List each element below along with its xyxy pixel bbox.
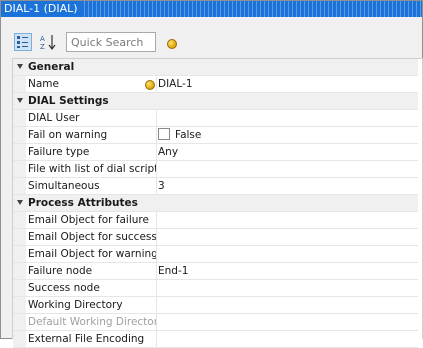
window-titlebar[interactable]: DIAL-1 (DIAL) bbox=[1, 1, 422, 17]
property-label: Failure type bbox=[28, 146, 90, 158]
property-row-simultaneous[interactable]: Simultaneous 3 bbox=[13, 178, 418, 195]
property-toolbar: A Z bbox=[1, 17, 422, 55]
property-row-failure-type[interactable]: Failure type Any bbox=[13, 144, 418, 161]
category-title: DIAL Settings bbox=[28, 95, 109, 107]
property-row-dial-user[interactable]: DIAL User bbox=[13, 110, 418, 127]
collapse-icon[interactable] bbox=[17, 64, 23, 69]
property-window: DIAL-1 (DIAL) A Z Gen bbox=[0, 0, 423, 348]
property-label: Success node bbox=[28, 282, 100, 294]
property-row-email-success[interactable]: Email Object for success bbox=[13, 229, 418, 246]
alphabetical-sort-button[interactable]: A Z bbox=[39, 33, 57, 51]
property-row-name[interactable]: Name DIAL-1 bbox=[13, 76, 418, 93]
property-label: DIAL User bbox=[28, 112, 80, 124]
category-process-attributes[interactable]: Process Attributes bbox=[13, 195, 418, 212]
property-row-email-warning[interactable]: Email Object for warning bbox=[13, 246, 418, 263]
category-dial-settings[interactable]: DIAL Settings bbox=[13, 93, 418, 110]
property-label: External File Encoding bbox=[28, 333, 145, 345]
property-label: Simultaneous bbox=[28, 180, 100, 192]
property-value[interactable]: Any bbox=[158, 144, 178, 160]
property-grid: General Name DIAL-1 DIAL Settings DIAL U… bbox=[12, 58, 423, 348]
name-coin-icon bbox=[145, 80, 155, 90]
window-title: DIAL-1 (DIAL) bbox=[1, 1, 83, 17]
property-label: Email Object for failure bbox=[28, 214, 149, 226]
property-row-success-node[interactable]: Success node bbox=[13, 280, 418, 297]
categorized-view-icon bbox=[17, 36, 28, 48]
quick-search-input[interactable] bbox=[66, 32, 156, 52]
property-row-file-with-list[interactable]: File with list of dial scripts bbox=[13, 161, 418, 178]
svg-text:Z: Z bbox=[40, 43, 45, 51]
collapse-icon[interactable] bbox=[17, 200, 23, 205]
property-label: Working Directory bbox=[28, 299, 123, 311]
category-general[interactable]: General bbox=[13, 59, 418, 76]
property-label: Fail on warning bbox=[28, 129, 108, 141]
fail-on-warning-checkbox[interactable] bbox=[158, 128, 170, 140]
property-label: Email Object for success bbox=[28, 231, 156, 243]
property-row-email-failure[interactable]: Email Object for failure bbox=[13, 212, 418, 229]
collapse-icon[interactable] bbox=[17, 98, 23, 103]
property-row-external-file-encoding[interactable]: External File Encoding bbox=[13, 331, 418, 348]
property-label: Name bbox=[28, 78, 59, 90]
property-row-fail-on-warning[interactable]: Fail on warning False bbox=[13, 127, 418, 144]
property-value[interactable]: DIAL-1 bbox=[158, 76, 193, 92]
property-value: False bbox=[175, 129, 202, 141]
property-value-cell: False bbox=[158, 127, 201, 143]
svg-text:A: A bbox=[40, 35, 45, 43]
property-label: Failure node bbox=[28, 265, 93, 277]
property-value[interactable]: End-1 bbox=[158, 263, 188, 279]
property-label: File with list of dial scripts bbox=[28, 163, 156, 175]
property-label: Default Working Directory bbox=[28, 316, 156, 328]
property-label: Email Object for warning bbox=[28, 248, 156, 260]
property-pages-icon[interactable] bbox=[167, 39, 177, 49]
category-title: General bbox=[28, 61, 75, 73]
category-title: Process Attributes bbox=[28, 197, 138, 209]
categorized-view-button[interactable] bbox=[14, 33, 32, 51]
property-value[interactable]: 3 bbox=[158, 178, 165, 194]
property-row-default-working-directory: Default Working Directory bbox=[13, 314, 418, 331]
alphabetical-sort-icon: A Z bbox=[40, 35, 56, 51]
property-row-working-directory[interactable]: Working Directory bbox=[13, 297, 418, 314]
property-row-failure-node[interactable]: Failure node End-1 bbox=[13, 263, 418, 280]
